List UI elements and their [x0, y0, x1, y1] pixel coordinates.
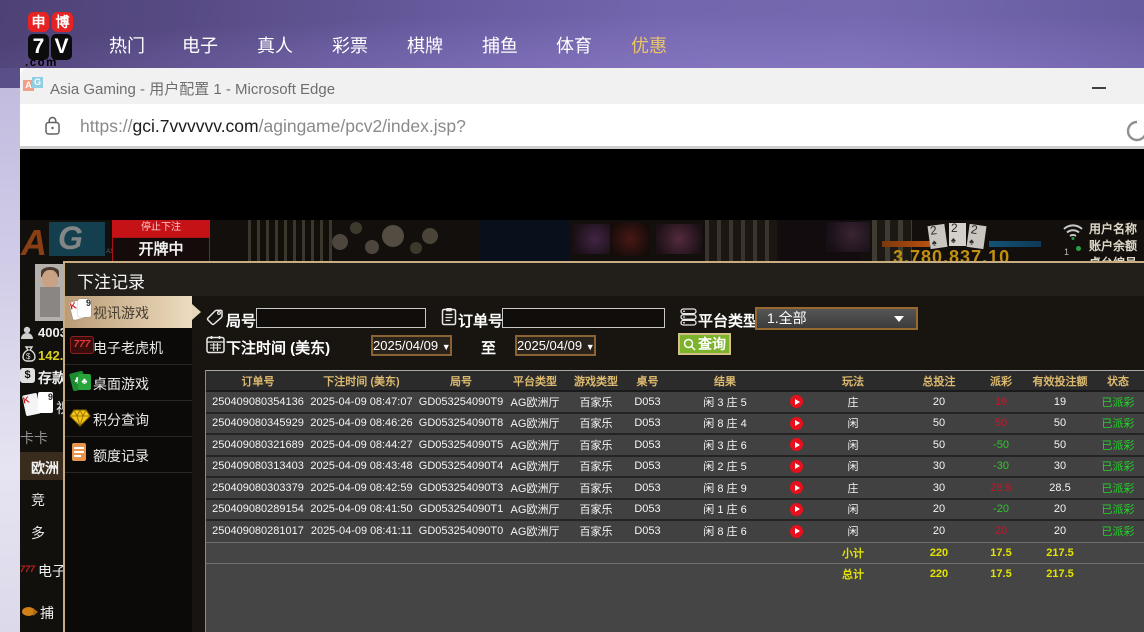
svg-text:$: $	[26, 352, 31, 361]
